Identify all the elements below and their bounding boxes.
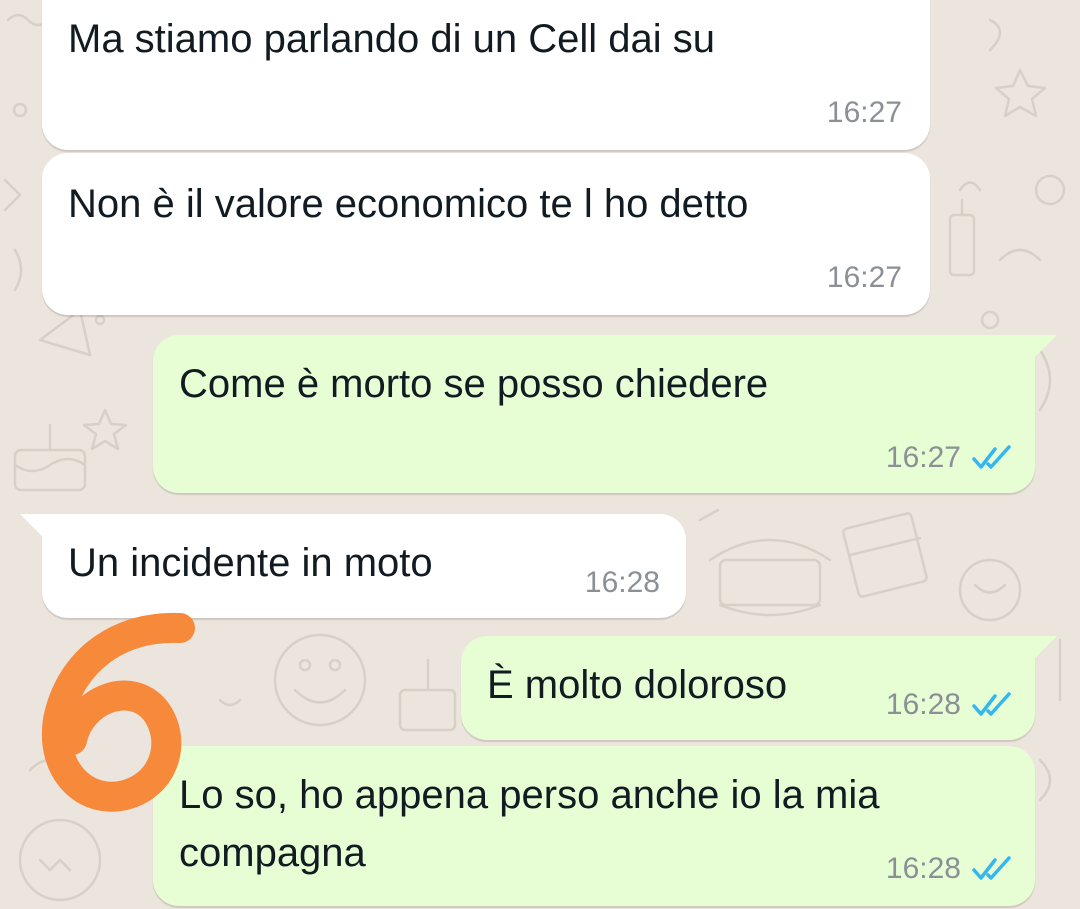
message-timestamp: 16:28 <box>584 566 660 599</box>
bubble-tail <box>1033 636 1057 660</box>
message-meta: 16:28 <box>886 688 1015 722</box>
message-timestamp: 16:27 <box>826 96 902 129</box>
message-text: Un incidente in moto <box>68 541 433 585</box>
outgoing-message-bubble[interactable]: È molto doloroso 16:28 <box>461 636 1057 740</box>
message-meta: 16:28 <box>886 852 1015 886</box>
incoming-message-bubble[interactable]: Ma stiamo parlando di un Cell dai su 16:… <box>42 0 930 150</box>
incoming-message-bubble[interactable]: Non è il valore economico te l ho detto … <box>42 153 930 315</box>
message-timestamp: 16:28 <box>885 852 961 885</box>
incoming-message-bubble[interactable]: Un incidente in moto 16:28 <box>20 514 686 618</box>
read-double-check-icon <box>972 856 1011 880</box>
outgoing-message-bubble[interactable]: Lo so, ho appena perso anche io la mia c… <box>153 746 1035 906</box>
message-meta: 16:27 <box>886 441 1015 475</box>
message-text: È molto doloroso <box>487 663 788 707</box>
message-text: Come è morto se posso chiedere <box>179 362 769 406</box>
message-meta: 16:27 <box>827 261 902 295</box>
chat-message-list: Ma stiamo parlando di un Cell dai su 16:… <box>0 0 1080 909</box>
message-timestamp: 16:27 <box>885 441 961 474</box>
message-timestamp: 16:27 <box>826 261 902 294</box>
message-meta: 16:28 <box>585 566 660 600</box>
read-double-check-icon <box>972 692 1011 716</box>
message-text: Ma stiamo parlando di un Cell dai su <box>68 17 716 61</box>
outgoing-message-bubble[interactable]: Come è morto se posso chiedere 16:27 <box>153 335 1057 493</box>
bubble-tail <box>1033 335 1057 359</box>
read-double-check-icon <box>972 445 1011 469</box>
bubble-tail <box>20 514 44 538</box>
message-text: Non è il valore economico te l ho detto <box>68 182 749 226</box>
message-meta: 16:27 <box>827 96 902 130</box>
message-text: Lo so, ho appena perso anche io la mia c… <box>179 773 880 875</box>
message-timestamp: 16:28 <box>885 688 961 721</box>
